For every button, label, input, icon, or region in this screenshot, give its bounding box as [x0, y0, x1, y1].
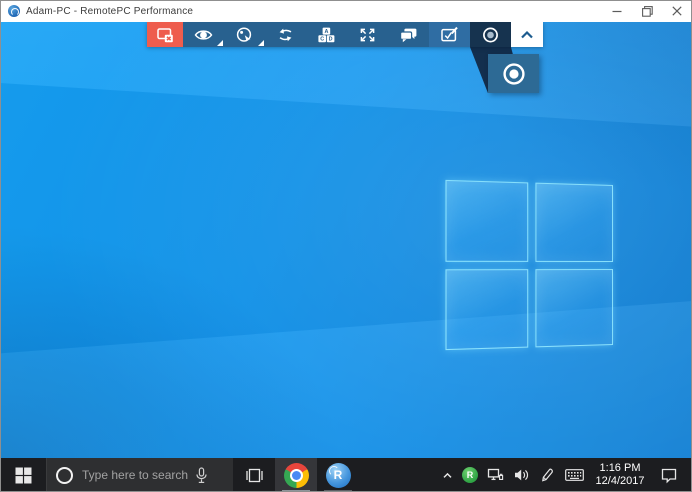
- view-modes-button[interactable]: [183, 22, 224, 47]
- touch-keyboard-tray-button[interactable]: [560, 458, 588, 492]
- restore-button[interactable]: [632, 0, 662, 22]
- cortana-ring-icon: [56, 467, 73, 484]
- whiteboard-button[interactable]: [429, 22, 470, 47]
- monitor-x-icon: [155, 25, 175, 45]
- minimize-button[interactable]: [602, 0, 632, 22]
- remote-desktop[interactable]: A C D: [0, 22, 692, 458]
- close-button[interactable]: [662, 0, 692, 22]
- action-center-button[interactable]: [652, 458, 686, 492]
- chrome-taskbar-button[interactable]: [275, 458, 317, 492]
- remotepc-tray-button[interactable]: R: [458, 458, 482, 492]
- start-button[interactable]: [0, 458, 46, 492]
- clock-time: 1:16 PM: [588, 462, 652, 475]
- svg-text:D: D: [329, 36, 333, 42]
- whiteboard-pen-icon: [439, 25, 460, 45]
- remotepc-tray-icon: R: [462, 467, 478, 483]
- volume-tray-button[interactable]: [508, 458, 534, 492]
- pen-icon: [539, 467, 555, 483]
- notification-icon: [660, 467, 678, 484]
- performance-button[interactable]: [224, 22, 265, 47]
- taskbar: R R: [0, 458, 692, 492]
- remote-toolbar: A C D: [147, 22, 543, 47]
- collapse-toolbar-button[interactable]: [511, 22, 543, 47]
- search-input[interactable]: [82, 468, 194, 482]
- chrome-icon: [284, 463, 309, 488]
- chevron-up-icon: [441, 469, 454, 482]
- taskbar-clock[interactable]: 1:16 PM 12/4/2017: [588, 462, 652, 488]
- microphone-icon[interactable]: [194, 467, 209, 484]
- expand-arrows-icon: [357, 25, 378, 45]
- task-view-button[interactable]: [233, 458, 275, 492]
- record-icon: [500, 60, 528, 88]
- file-transfer-button[interactable]: [265, 22, 306, 47]
- window-controls: [602, 0, 692, 22]
- swap-arrows-icon: [275, 25, 296, 45]
- minimize-icon: [612, 6, 622, 16]
- window-title: Adam-PC - RemotePC Performance: [26, 6, 193, 17]
- chat-bubbles-icon: [398, 25, 419, 45]
- network-tray-button[interactable]: [482, 458, 508, 492]
- windows-logo: [445, 180, 613, 350]
- network-icon: [487, 467, 504, 483]
- remotepc-app-icon: R: [326, 463, 351, 488]
- gauge-cursor-icon: [234, 25, 255, 45]
- dropdown-corner-icon: [217, 40, 223, 46]
- abc-blocks-icon: A C D: [316, 25, 337, 45]
- clock-date: 12/4/2017: [588, 475, 652, 488]
- record-session-menu-item[interactable]: [488, 54, 539, 93]
- fullscreen-button[interactable]: [347, 22, 388, 47]
- windows-logo-pane: [535, 269, 613, 348]
- windows-logo-pane: [535, 183, 613, 262]
- chat-button[interactable]: [388, 22, 429, 47]
- windows-start-icon: [15, 467, 32, 484]
- dropdown-corner-icon: [258, 40, 264, 46]
- chevron-up-icon: [517, 26, 537, 44]
- task-view-icon: [246, 468, 263, 483]
- disconnect-button[interactable]: [147, 22, 183, 47]
- record-icon: [480, 25, 501, 45]
- svg-text:A: A: [324, 28, 328, 34]
- language-blocks-button[interactable]: A C D: [306, 22, 347, 47]
- record-button[interactable]: [470, 22, 511, 47]
- svg-text:C: C: [320, 36, 324, 42]
- speaker-icon: [513, 467, 530, 483]
- eye-icon: [193, 25, 214, 45]
- taskbar-search[interactable]: [46, 458, 233, 492]
- windows-logo-pane: [445, 180, 528, 262]
- windows-logo-pane: [445, 269, 528, 351]
- keyboard-icon: [565, 468, 584, 482]
- remotepc-taskbar-button[interactable]: R: [317, 458, 359, 492]
- restore-icon: [642, 6, 653, 17]
- close-icon: [672, 6, 682, 16]
- show-hidden-icons-button[interactable]: [436, 458, 458, 492]
- windows-ink-tray-button[interactable]: [534, 458, 560, 492]
- remotepc-logo-icon: [8, 5, 20, 17]
- window-titlebar: Adam-PC - RemotePC Performance: [0, 0, 692, 22]
